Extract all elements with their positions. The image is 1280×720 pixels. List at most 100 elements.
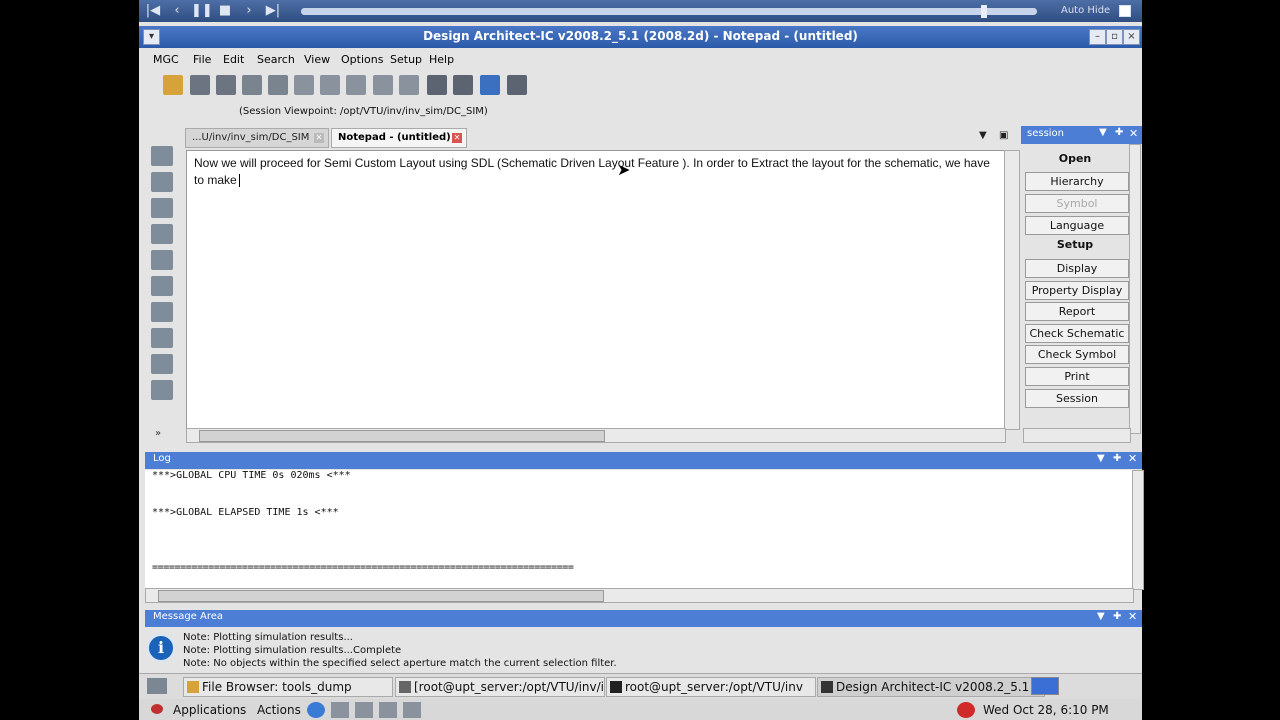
editor-horizontal-scrollbar[interactable]: [186, 428, 1006, 443]
display-button[interactable]: Display: [1025, 259, 1129, 278]
minimize-icon[interactable]: –: [1089, 29, 1106, 45]
maximize-icon[interactable]: ▫: [1106, 29, 1123, 45]
panel-dropdown-icon[interactable]: ▼: [1099, 127, 1107, 138]
property-equal-icon[interactable]: [151, 224, 173, 244]
section-open-heading: Open: [1058, 152, 1092, 165]
actions-menu[interactable]: Actions: [257, 703, 301, 717]
menu-mgc[interactable]: MGC: [153, 53, 179, 66]
log-horizontal-scrollbar[interactable]: [145, 588, 1134, 603]
tab-label: Notepad - (untitled): [338, 132, 451, 143]
pencil-icon[interactable]: [151, 380, 173, 400]
play-icon[interactable]: [151, 328, 173, 348]
panel-dropdown-icon[interactable]: ▼: [1097, 611, 1105, 622]
taskbar-terminal-1[interactable]: [root@upt_server:/opt/VTU/inv/ir: [395, 677, 605, 697]
print-icon[interactable]: [268, 75, 288, 95]
open-folder-icon[interactable]: [163, 75, 183, 95]
check-symbol-button[interactable]: Check Symbol: [1025, 345, 1129, 364]
scroll-thumb[interactable]: [158, 590, 604, 602]
palette-column: »: [141, 122, 181, 447]
panel-close-icon[interactable]: ✕: [1128, 610, 1137, 623]
seek-bar-fill: [301, 8, 1037, 15]
hierarchy-button[interactable]: Hierarchy: [1025, 172, 1129, 191]
zoom-in-icon[interactable]: [294, 75, 314, 95]
next-icon[interactable]: ›: [239, 2, 259, 20]
property-icon[interactable]: [453, 75, 473, 95]
menu-file[interactable]: File: [193, 53, 211, 66]
log-line: ***>GLOBAL CPU TIME 0s 020ms <***: [152, 470, 351, 481]
zoom-area-icon[interactable]: [346, 75, 366, 95]
layers-icon[interactable]: [151, 302, 173, 322]
zoom-out-icon[interactable]: [320, 75, 340, 95]
notes-icon[interactable]: [151, 146, 173, 166]
stop-icon[interactable]: ■: [215, 2, 235, 20]
panel-dropdown-icon[interactable]: ▼: [1097, 453, 1105, 464]
tab-dc-sim[interactable]: ...U/inv/inv_sim/DC_SIM ✕: [185, 128, 329, 148]
language-button[interactable]: Language: [1025, 216, 1129, 235]
session-button[interactable]: Session: [1025, 389, 1129, 408]
pin-icon[interactable]: ✚: [1113, 453, 1121, 464]
scroll-thumb[interactable]: [199, 430, 605, 442]
message-line: Note: No objects within the specified se…: [183, 658, 617, 669]
tab-close-icon[interactable]: ✕: [452, 133, 462, 143]
clipboard-icon[interactable]: [507, 75, 527, 95]
property-display-button[interactable]: Property Display: [1025, 281, 1129, 300]
editor-vertical-scrollbar[interactable]: [1004, 150, 1020, 430]
mail-icon[interactable]: [331, 702, 349, 718]
editor-icon[interactable]: [355, 702, 373, 718]
document-icon[interactable]: [379, 702, 397, 718]
previous-icon[interactable]: ‹: [167, 2, 187, 20]
show-desktop-icon[interactable]: [147, 678, 167, 694]
notepad-icon[interactable]: [427, 75, 447, 95]
session-panel-title: session: [1027, 128, 1065, 139]
tabs-maximize-icon[interactable]: ▣: [999, 130, 1008, 141]
fit-view-icon[interactable]: [373, 75, 393, 95]
auto-hide-checkbox[interactable]: [1119, 5, 1131, 17]
session-horizontal-scrollbar[interactable]: [1023, 428, 1131, 443]
alert-icon[interactable]: [957, 702, 975, 718]
browser-icon[interactable]: [307, 702, 325, 718]
text-icon[interactable]: [151, 276, 173, 296]
menu-edit[interactable]: Edit: [223, 53, 244, 66]
notepad-editor[interactable]: Now we will proceed for Semi Custom Layo…: [186, 150, 1006, 430]
print-launcher-icon[interactable]: [403, 702, 421, 718]
seek-knob[interactable]: [981, 5, 987, 18]
menu-view[interactable]: View: [304, 53, 330, 66]
window-tile-icon[interactable]: [480, 75, 500, 95]
tabs-dropdown-icon[interactable]: ▼: [979, 130, 987, 141]
print-button[interactable]: Print: [1025, 367, 1129, 386]
close-icon[interactable]: ×: [1123, 29, 1140, 45]
tab-notepad[interactable]: Notepad - (untitled) ✕: [331, 128, 467, 148]
check-in-icon[interactable]: [190, 75, 210, 95]
view-all-icon[interactable]: [399, 75, 419, 95]
workspace-switcher[interactable]: [1031, 677, 1059, 695]
window-title: Design Architect-IC v2008.2_5.1 (2008.2d…: [423, 29, 858, 43]
session-vertical-scrollbar[interactable]: [1129, 144, 1141, 434]
menu-setup[interactable]: Setup: [390, 53, 422, 66]
menu-options[interactable]: Options: [341, 53, 383, 66]
panel-close-icon[interactable]: ✕: [1128, 452, 1137, 465]
check-schematic-button[interactable]: Check Schematic: [1025, 324, 1129, 343]
log-vertical-scrollbar[interactable]: [1132, 470, 1144, 590]
skip-end-icon[interactable]: ▶|: [263, 2, 283, 20]
gear-icon[interactable]: [151, 250, 173, 270]
taskbar-design-architect[interactable]: Design Architect-IC v2008.2_5.1: [817, 677, 1045, 697]
seek-bar[interactable]: [301, 5, 1037, 18]
tab-close-icon[interactable]: ✕: [314, 133, 324, 143]
pin-icon[interactable]: ✚: [1115, 127, 1123, 138]
skip-start-icon[interactable]: |◀: [143, 2, 163, 20]
applications-menu[interactable]: Applications: [173, 703, 246, 717]
save-icon[interactable]: [216, 75, 236, 95]
report-button[interactable]: Report: [1025, 302, 1129, 321]
pause-icon[interactable]: ❚❚: [191, 2, 213, 20]
waveform-icon[interactable]: [151, 354, 173, 374]
taskbar-file-browser[interactable]: File Browser: tools_dump: [183, 677, 393, 697]
simulation-icon[interactable]: [151, 198, 173, 218]
menu-help[interactable]: Help: [429, 53, 454, 66]
taskbar-terminal-2[interactable]: root@upt_server:/opt/VTU/inv: [606, 677, 816, 697]
component-icon[interactable]: [151, 172, 173, 192]
panel-close-icon[interactable]: ✕: [1129, 127, 1138, 140]
refresh-icon[interactable]: [242, 75, 262, 95]
expand-more-icon[interactable]: »: [155, 428, 161, 439]
menu-search[interactable]: Search: [257, 53, 295, 66]
pin-icon[interactable]: ✚: [1113, 611, 1121, 622]
